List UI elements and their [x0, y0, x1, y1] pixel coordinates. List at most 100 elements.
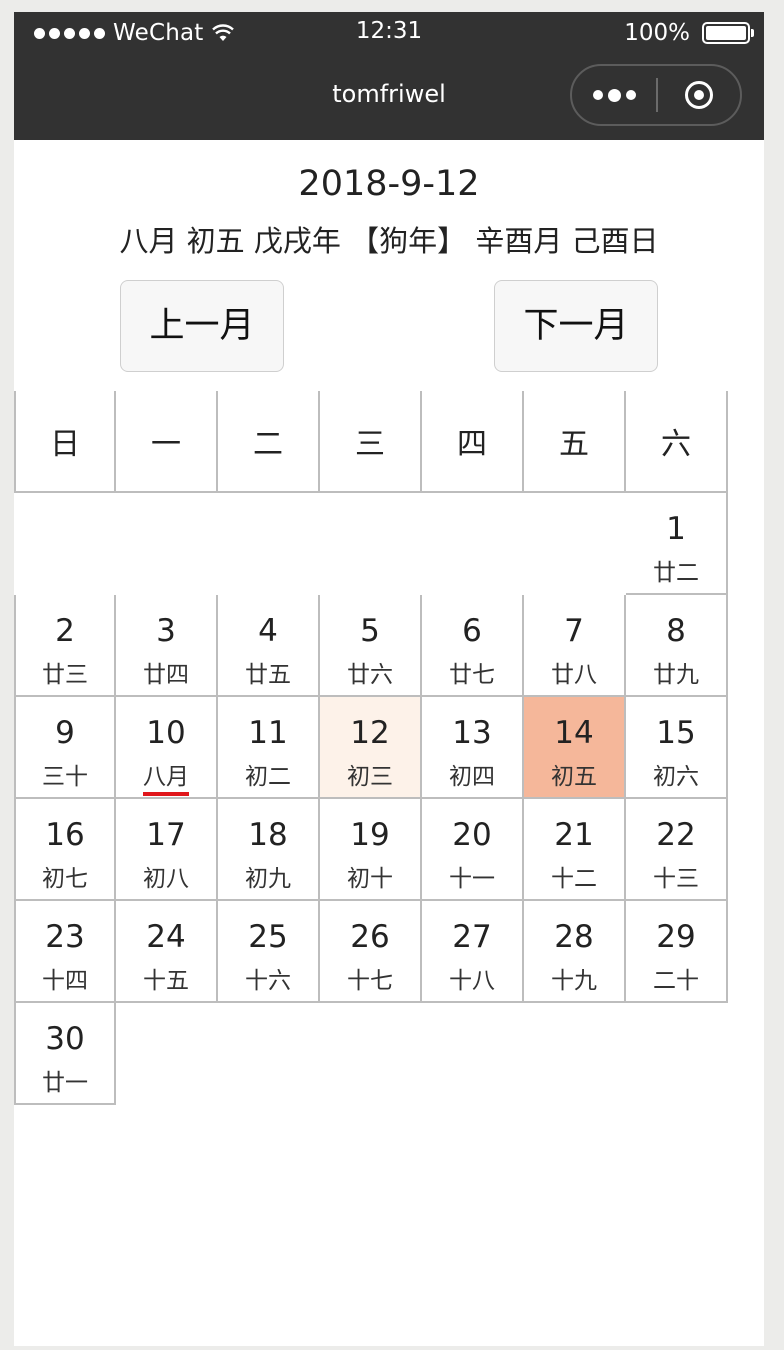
day-number: 18 [248, 817, 288, 853]
lunar-day-label: 初八 [116, 859, 216, 893]
day-number: 14 [554, 715, 594, 751]
lunar-date-info: 八月 初五 戊戌年 【狗年】 辛酉月 己酉日 [119, 224, 659, 258]
lunar-day-text: 初三 [347, 764, 393, 790]
day-number: 10 [146, 715, 186, 751]
lunar-day-text: 初十 [347, 866, 393, 892]
calendar-day-cell[interactable]: 29 二十 [626, 901, 728, 1003]
lunar-day-label: 八月 [116, 757, 216, 796]
calendar-day-cell[interactable]: 19 初十 [320, 799, 422, 901]
day-number: 3 [156, 613, 176, 649]
calendar-day-cell[interactable]: 9 三十 [14, 697, 116, 799]
lunar-day-text: 廿八 [551, 662, 597, 688]
calendar-day-cell[interactable]: 7 廿八 [524, 595, 626, 697]
day-number: 2 [55, 613, 75, 649]
day-number: 11 [248, 715, 288, 751]
weekday-header: 四 [422, 391, 524, 493]
lunar-day-label: 初四 [422, 757, 522, 791]
phone-screen: WeChat 12:31 100% tomfriwel 2018-9-12 八月… [14, 12, 764, 1346]
lunar-day-text: 初七 [42, 866, 88, 892]
mini-program-capsule [570, 64, 742, 126]
lunar-day-text: 初九 [245, 866, 291, 892]
calendar-day-cell[interactable]: 6 廿七 [422, 595, 524, 697]
lunar-day-label: 初五 [524, 757, 624, 791]
current-date: 2018-9-12 [298, 164, 480, 204]
calendar-day-cell[interactable]: 22 十三 [626, 799, 728, 901]
calendar-day-cell[interactable]: 12 初三 [320, 697, 422, 799]
lunar-day-label: 廿三 [16, 655, 114, 689]
day-number: 25 [248, 919, 288, 955]
weekday-header: 六 [626, 391, 728, 493]
calendar-day-cell[interactable]: 16 初七 [14, 799, 116, 901]
day-number: 24 [146, 919, 186, 955]
calendar-day-cell[interactable]: 21 十二 [524, 799, 626, 901]
calendar-day-cell[interactable]: 30 廿一 [14, 1003, 116, 1105]
calendar-day-cell[interactable]: 5 廿六 [320, 595, 422, 697]
weekday-header: 一 [116, 391, 218, 493]
calendar-day-cell[interactable]: 15 初六 [626, 697, 728, 799]
top-bar: WeChat 12:31 100% tomfriwel [14, 12, 764, 140]
day-number: 22 [656, 817, 696, 853]
day-number: 23 [45, 919, 85, 955]
calendar-day-cell[interactable]: 11 初二 [218, 697, 320, 799]
calendar-day-cell[interactable]: 26 十七 [320, 901, 422, 1003]
calendar-day-cell[interactable]: 24 十五 [116, 901, 218, 1003]
calendar-day-cell[interactable]: 10 八月 [116, 697, 218, 799]
lunar-day-label: 廿四 [116, 655, 216, 689]
lunar-day-label: 十七 [320, 961, 420, 995]
calendar-day-cell[interactable]: 8 廿九 [626, 595, 728, 697]
day-number: 5 [360, 613, 380, 649]
day-number: 26 [350, 919, 390, 955]
next-month-button[interactable]: 下一月 [494, 280, 658, 372]
day-number: 7 [564, 613, 584, 649]
lunar-day-label: 廿五 [218, 655, 318, 689]
lunar-day-label: 廿九 [626, 655, 726, 689]
lunar-day-text: 初五 [551, 764, 597, 790]
day-number: 13 [452, 715, 492, 751]
day-number: 1 [666, 511, 686, 547]
lunar-day-label: 十四 [16, 961, 114, 995]
calendar-day-cell[interactable]: 20 十一 [422, 799, 524, 901]
prev-month-button[interactable]: 上一月 [120, 280, 284, 372]
lunar-day-label: 初三 [320, 757, 420, 791]
lunar-day-label: 十六 [218, 961, 318, 995]
weekday-header: 三 [320, 391, 422, 493]
calendar-day-cell[interactable]: 1 廿二 [626, 493, 728, 595]
status-bar: WeChat 12:31 100% [14, 12, 764, 52]
lunar-day-label: 十五 [116, 961, 216, 995]
lunar-day-label: 初七 [16, 859, 114, 893]
calendar-day-cell[interactable]: 3 廿四 [116, 595, 218, 697]
target-circle-icon[interactable] [658, 81, 740, 109]
calendar-day-cell[interactable]: 25 十六 [218, 901, 320, 1003]
day-number: 20 [452, 817, 492, 853]
calendar-day-cell[interactable]: 13 初四 [422, 697, 524, 799]
lunar-day-text: 初八 [143, 866, 189, 892]
calendar-day-cell[interactable]: 27 十八 [422, 901, 524, 1003]
day-number: 4 [258, 613, 278, 649]
lunar-day-label: 廿一 [16, 1063, 114, 1097]
calendar-day-cell[interactable]: 28 十九 [524, 901, 626, 1003]
battery-percent: 100% [624, 20, 690, 46]
lunar-day-text: 八月 [143, 764, 189, 796]
lunar-day-label: 廿二 [626, 553, 726, 587]
lunar-day-label: 初六 [626, 757, 726, 791]
calendar-day-cell[interactable]: 4 廿五 [218, 595, 320, 697]
calendar-day-cell[interactable]: 17 初八 [116, 799, 218, 901]
lunar-day-text: 廿六 [347, 662, 393, 688]
day-number: 30 [45, 1021, 85, 1057]
lunar-day-text: 十八 [449, 968, 495, 994]
calendar-day-cell[interactable]: 23 十四 [14, 901, 116, 1003]
day-number: 8 [666, 613, 686, 649]
calendar-day-cell[interactable]: 18 初九 [218, 799, 320, 901]
calendar-day-cell[interactable]: 2 廿三 [14, 595, 116, 697]
more-dots-icon[interactable] [572, 88, 656, 102]
lunar-day-label: 廿六 [320, 655, 420, 689]
lunar-day-text: 十四 [42, 968, 88, 994]
lunar-day-label: 二十 [626, 961, 726, 995]
lunar-day-label: 十三 [626, 859, 726, 893]
day-number: 15 [656, 715, 696, 751]
calendar-day-cell[interactable]: 14 初五 [524, 697, 626, 799]
lunar-day-text: 十七 [347, 968, 393, 994]
day-number: 17 [146, 817, 186, 853]
lunar-day-text: 廿五 [245, 662, 291, 688]
weekday-header: 日 [14, 391, 116, 493]
